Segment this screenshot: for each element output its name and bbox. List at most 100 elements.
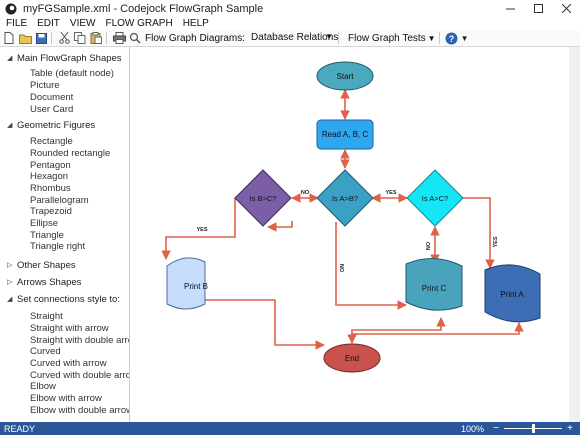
node-is-a-gt-b[interactable]: Is A>B? (316, 169, 374, 227)
collapsed-triangle-icon: ▷ (7, 262, 13, 269)
expanded-triangle-icon: ◢ (7, 55, 13, 62)
sidebar-item-table[interactable]: Table (default node) (30, 68, 114, 80)
sidebar-item-triangle-right[interactable]: Triangle right (30, 241, 85, 253)
edge-label-yes: YES (385, 190, 396, 196)
paste-button[interactable] (89, 31, 103, 45)
search-icon (129, 32, 141, 44)
help-chevron-icon[interactable]: ▼ (461, 34, 469, 43)
zoom-slider-thumb[interactable] (532, 424, 535, 433)
connector-end-printc[interactable] (347, 317, 446, 344)
scissors-icon (58, 32, 70, 44)
node-label: End (345, 354, 359, 363)
zoom-slider[interactable] (504, 424, 562, 433)
flowgraph-canvas[interactable]: NO YES YES NO NO YES Start Read A, B, C … (130, 47, 569, 422)
section-label: Arrows Shapes (17, 276, 82, 288)
menu-flow-graph[interactable]: FLOW GRAPH (105, 18, 172, 29)
expanded-triangle-icon: ◢ (7, 122, 13, 129)
node-is-a-gt-c[interactable]: Is A>C? (406, 169, 464, 227)
sidebar-item-rounded-rectangle[interactable]: Rounded rectangle (30, 148, 110, 160)
diagrams-dropdown[interactable]: Database Relations ▼ (251, 32, 338, 44)
maximize-icon (533, 4, 543, 13)
edge-label-no: NO (338, 264, 344, 273)
menu-view[interactable]: VIEW (70, 18, 96, 29)
new-file-button[interactable] (2, 31, 16, 45)
paste-icon (90, 32, 102, 44)
sidebar-item-trapezoid[interactable]: Trapezoid (30, 206, 72, 218)
save-icon (35, 32, 47, 44)
node-end[interactable]: End (323, 343, 381, 373)
vertical-scrollbar[interactable] (569, 47, 580, 422)
node-label: Is B>C? (250, 194, 277, 203)
node-read[interactable]: Read A, B, C (316, 119, 374, 150)
section-label: Main FlowGraph Shapes (17, 52, 122, 64)
cut-button[interactable] (57, 31, 71, 45)
status-text: READY (4, 423, 36, 434)
sidebar-item-user-card[interactable]: User Card (30, 104, 73, 116)
window-title: myFGSample.xml - Codejock FlowGraph Samp… (23, 2, 264, 15)
toolbar-separator (438, 32, 440, 44)
chevron-down-icon: ▼ (427, 33, 436, 43)
sidebar-item-straight[interactable]: Straight (30, 311, 63, 323)
section-geometric-figures[interactable]: ◢ Geometric Figures (0, 118, 95, 132)
sidebar-item-elbow[interactable]: Elbow (30, 381, 56, 393)
copy-icon (74, 32, 86, 44)
node-print-a[interactable]: Print A (484, 264, 541, 323)
node-print-c[interactable]: Print C (405, 258, 463, 311)
tests-dropdown[interactable]: Flow Graph Tests ▼ (348, 33, 436, 44)
menu-bar: FILE EDIT VIEW FLOW GRAPH HELP (0, 17, 580, 30)
title-bar: myFGSample.xml - Codejock FlowGraph Samp… (0, 0, 580, 17)
toolbar-separator (106, 32, 107, 44)
close-icon (561, 4, 571, 13)
menu-edit[interactable]: EDIT (37, 18, 60, 29)
node-label: Start (337, 72, 355, 81)
maximize-button[interactable] (524, 0, 552, 17)
svg-text:?: ? (449, 34, 455, 44)
edge-label-yes: YES (493, 236, 499, 247)
sidebar-item-curved[interactable]: Curved (30, 346, 61, 358)
section-connection-styles[interactable]: ◢ Set connections style to: (0, 292, 120, 306)
connector-isab-printc[interactable] (335, 222, 407, 310)
sidebar-item-ellipse[interactable]: Ellipse (30, 218, 58, 230)
menu-help[interactable]: HELP (183, 18, 209, 29)
sidebar-item-picture[interactable]: Picture (30, 80, 60, 92)
help-button[interactable]: ? (445, 31, 459, 45)
sidebar-item-elbow-arrow[interactable]: Elbow with arrow (30, 393, 102, 405)
sidebar-item-straight-arrow[interactable]: Straight with arrow (30, 323, 109, 335)
connector-isac-printa[interactable] (462, 197, 495, 269)
chevron-down-icon: ▼ (325, 32, 334, 41)
section-arrows-shapes[interactable]: ▷ Arrows Shapes (0, 275, 81, 289)
diagrams-label: Flow Graph Diagrams: (145, 32, 246, 44)
connector-end-printa[interactable] (351, 322, 524, 339)
open-button[interactable] (18, 31, 32, 45)
sidebar-item-hexagon[interactable]: Hexagon (30, 171, 68, 183)
section-label: Set connections style to: (17, 293, 120, 305)
section-other-shapes[interactable]: ▷ Other Shapes (0, 258, 76, 272)
section-label: Geometric Figures (17, 119, 96, 131)
sidebar-item-rectangle[interactable]: Rectangle (30, 136, 73, 148)
close-button[interactable] (552, 0, 580, 17)
print-button[interactable] (112, 31, 126, 45)
save-button[interactable] (34, 31, 48, 45)
zoom-out-button[interactable]: − (492, 423, 500, 434)
section-main-flowgraph-shapes[interactable]: ◢ Main FlowGraph Shapes (0, 51, 122, 65)
copy-button[interactable] (73, 31, 87, 45)
connector-isbc-back[interactable] (267, 221, 293, 232)
section-label: Other Shapes (17, 259, 76, 271)
menu-file[interactable]: FILE (6, 18, 27, 29)
sidebar-item-curved-arrow[interactable]: Curved with arrow (30, 358, 107, 370)
search-button[interactable] (128, 31, 142, 45)
node-is-b-gt-c[interactable]: Is B>C? (234, 169, 292, 227)
minimize-icon (505, 8, 515, 10)
new-file-icon (4, 32, 14, 44)
node-print-b[interactable]: Print B (166, 257, 208, 310)
connector-printb-end[interactable] (205, 299, 325, 350)
node-start[interactable]: Start (316, 61, 374, 91)
edge-label-no: NO (301, 190, 310, 196)
toolbar-separator (51, 32, 52, 44)
minimize-button[interactable] (496, 0, 524, 17)
sidebar-item-rhombus[interactable]: Rhombus (30, 183, 71, 195)
sidebar-item-document[interactable]: Document (30, 92, 73, 104)
sidebar-item-elbow-double-arrow[interactable]: Elbow with double arrow (30, 405, 129, 417)
zoom-in-button[interactable]: + (566, 423, 574, 434)
zoom-percentage: 100% (460, 423, 484, 434)
